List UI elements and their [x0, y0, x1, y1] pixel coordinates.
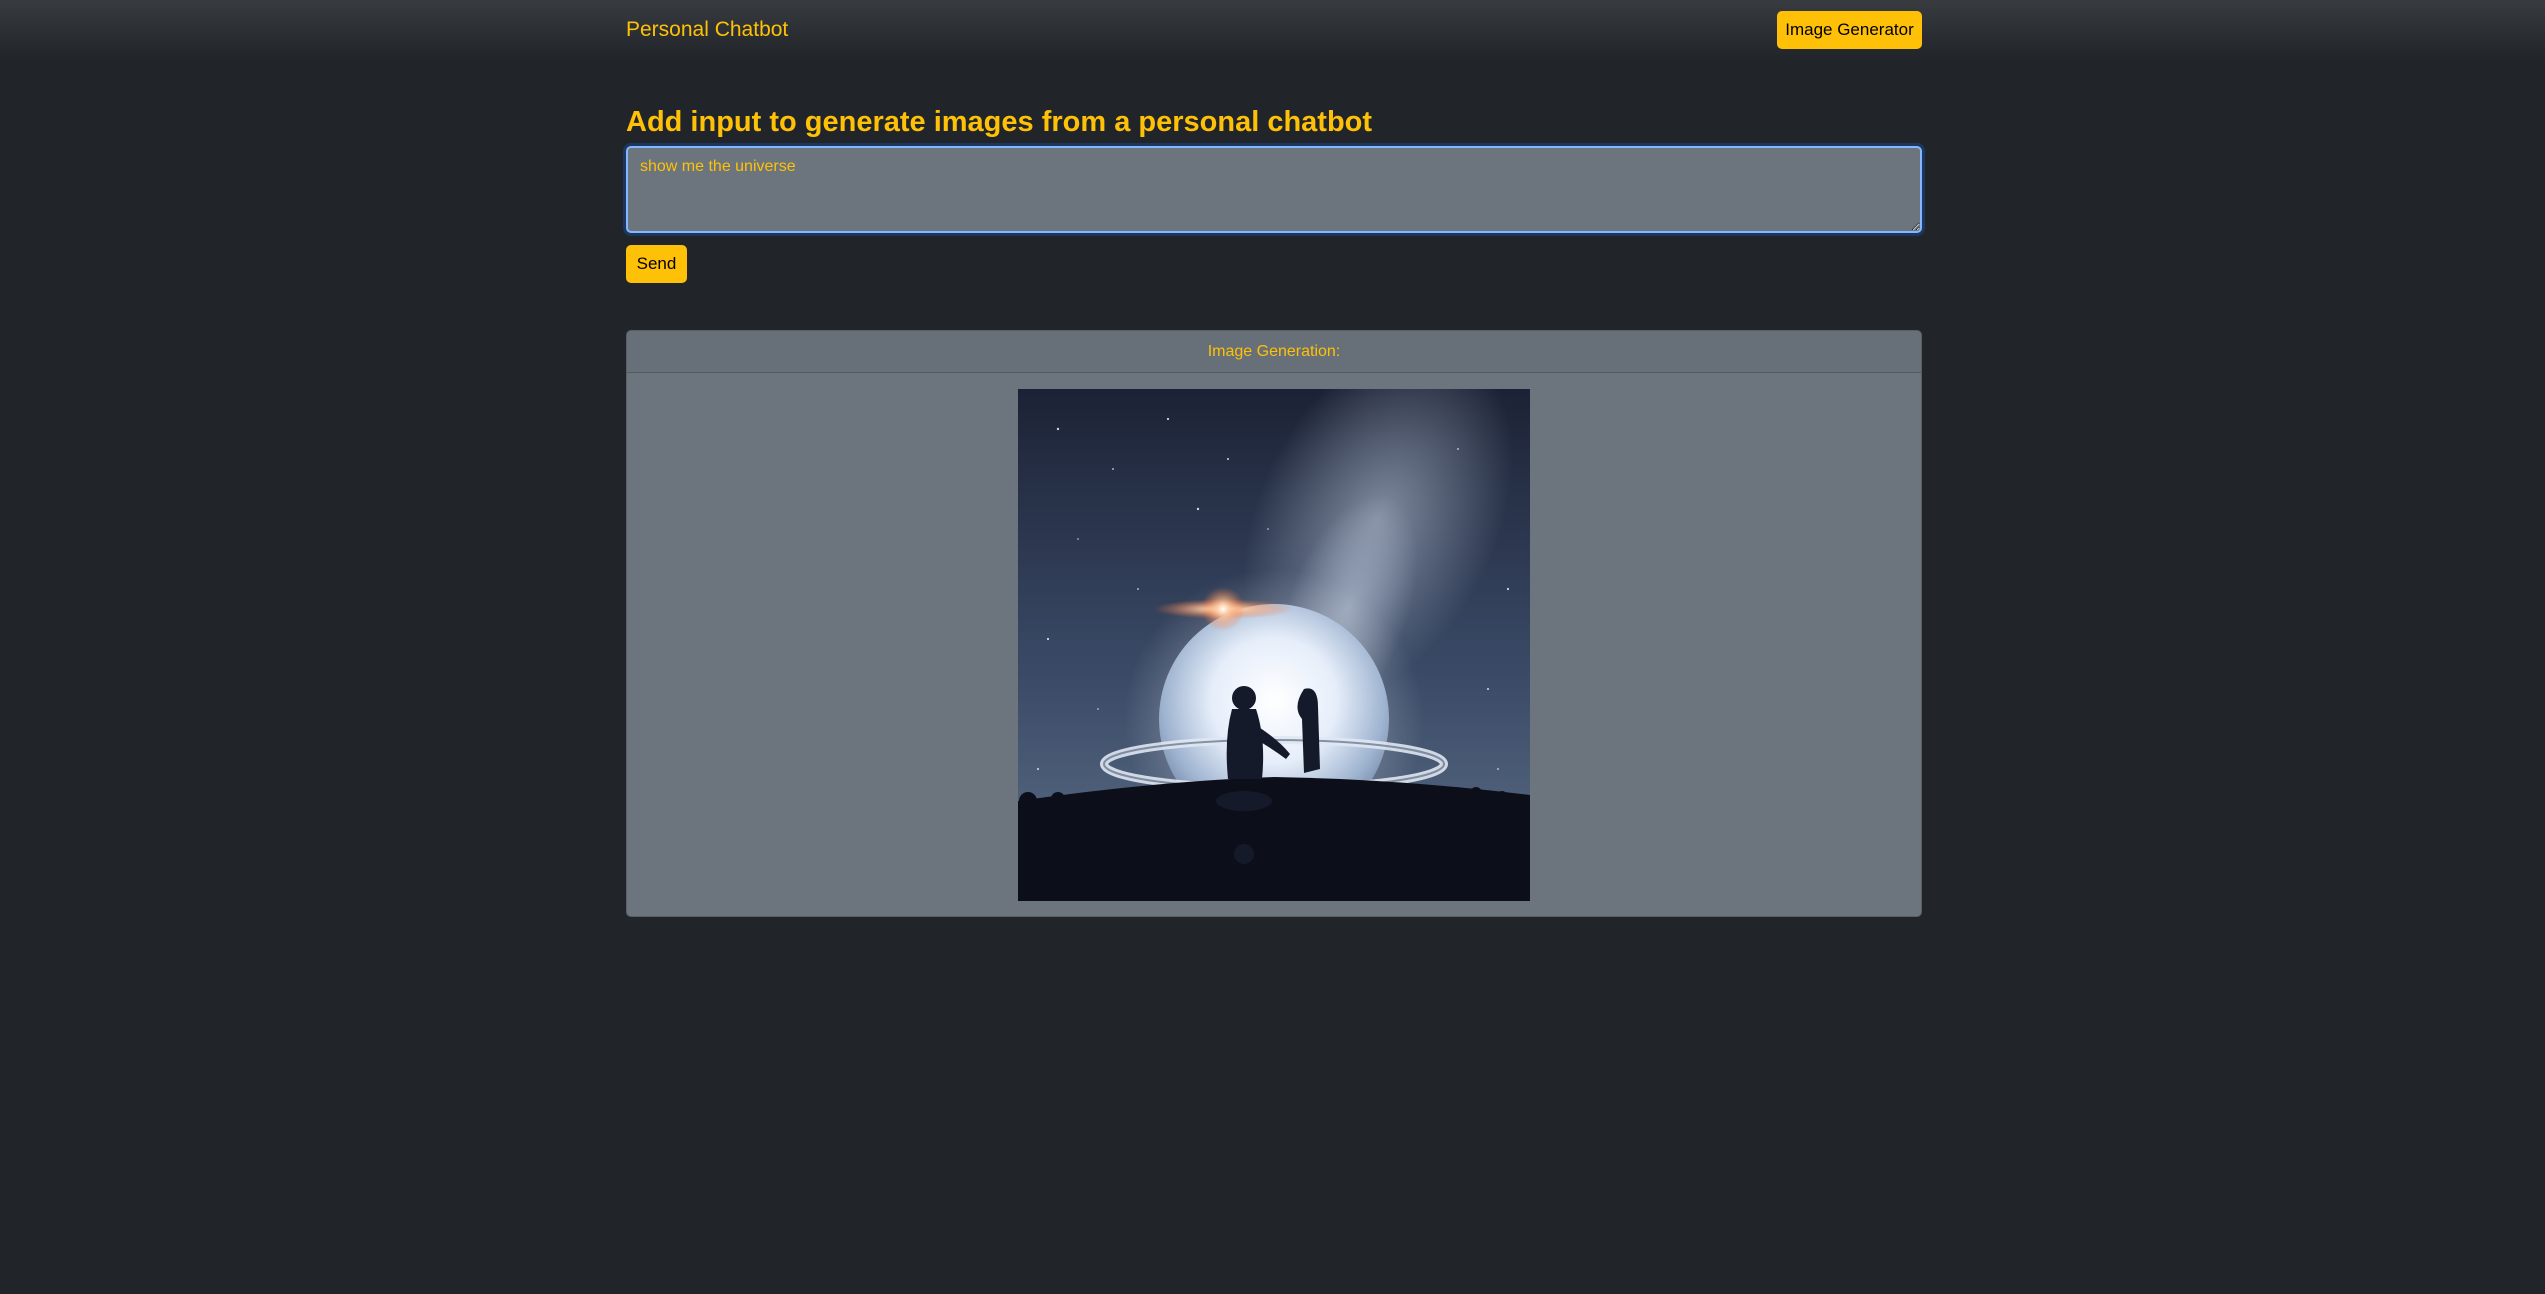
image-generation-card: Image Generation: [626, 330, 1922, 917]
page-heading: Add input to generate images from a pers… [626, 106, 1373, 138]
generated-image [1018, 389, 1530, 901]
navbar-brand[interactable]: Personal Chatbot [626, 16, 788, 44]
navbar: Personal Chatbot Image Generator [0, 0, 2545, 60]
prompt-input[interactable]: show me the universe [626, 146, 1922, 233]
image-generation-header: Image Generation: [627, 331, 1921, 373]
send-button[interactable]: Send [626, 245, 687, 283]
image-generator-button[interactable]: Image Generator [1777, 11, 1922, 49]
